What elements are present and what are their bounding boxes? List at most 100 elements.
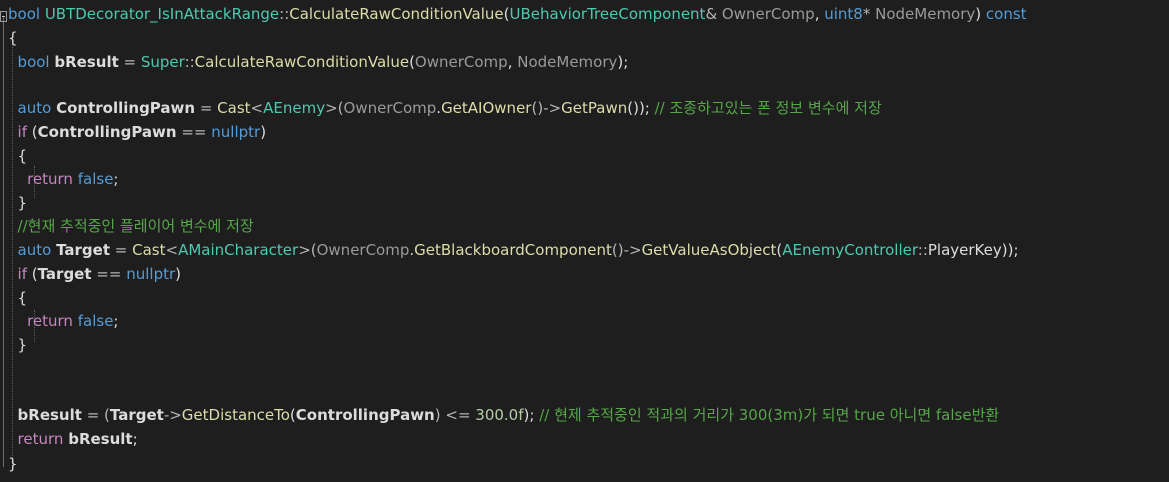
code-token: )); [1001,241,1019,259]
code-line[interactable]: bool UBTDecorator_IsInAttackRange::Calcu… [0,3,1169,26]
code-token: const [985,5,1027,23]
code-text: bResult = (Target->GetDistanceTo(Control… [8,404,1000,427]
code-line[interactable]: bool bResult = Super::CalculateRawCondit… [0,51,1169,74]
code-token: Cast [132,241,166,259]
code-line[interactable]: return false; [0,310,1169,333]
code-token: ControllingPawn [295,406,435,424]
code-text: bool UBTDecorator_IsInAttackRange::Calcu… [8,3,1027,26]
code-text: if (Target == nullptr) [8,263,181,286]
code-line[interactable]: //현재 추적중인 플레이어 변수에 저장 [0,215,1169,238]
code-token: ) <= [434,406,476,424]
code-token: == [176,123,212,141]
code-token: ; [132,430,138,448]
code-token: ( [27,123,38,141]
code-token: = [195,99,218,117]
code-token: GetPawn [561,99,628,117]
code-text: return false; [8,168,118,191]
code-line[interactable]: return bResult; [0,428,1169,451]
code-token: return [27,170,73,188]
code-line[interactable]: { [0,27,1169,50]
code-token: bool [8,5,41,23]
code-token: if [17,123,27,141]
code-token: } [8,194,28,212]
code-token: < [165,241,179,259]
code-text: //현재 추적중인 플레이어 변수에 저장 [8,215,254,238]
code-token: CalculateRawConditionValue [194,53,410,71]
code-line[interactable]: { [0,145,1169,168]
code-line[interactable]: return false; [0,168,1169,191]
code-text: { [8,287,28,310]
code-token: return [17,430,64,448]
code-line[interactable]: bResult = (Target->GetDistanceTo(Control… [0,404,1169,427]
code-token: == [91,265,127,283]
code-token: } [8,455,18,473]
code-token: ()-> [611,241,642,259]
code-token: = ( [81,406,110,424]
code-editor[interactable]: bool UBTDecorator_IsInAttackRange::Calcu… [0,0,1169,482]
code-line[interactable]: auto Target = Cast<AMainCharacter>(Owner… [0,239,1169,262]
code-line[interactable]: { [0,287,1169,310]
code-token: 300.0f [475,406,524,424]
code-token: OwnerComp [414,53,508,71]
code-token: Super [140,53,185,71]
code-token: false [77,312,114,330]
code-token: ); [617,53,629,71]
code-token: { [8,29,18,47]
code-token: uint8 [824,5,863,23]
code-token: ControllingPawn [37,123,177,141]
code-token: } [8,336,28,354]
code-token: GetValueAsObject [641,241,777,259]
code-token: return [27,312,73,330]
code-token: GetAIOwner [441,99,532,117]
code-text: auto Target = Cast<AMainCharacter>(Owner… [8,239,1019,262]
code-line[interactable]: } [0,334,1169,357]
code-token: ) [975,5,986,23]
code-token: false [77,170,114,188]
code-line[interactable]: auto ControllingPawn = Cast<AEnemy>(Owne… [0,97,1169,120]
code-token: GetBlackboardComponent [414,241,612,259]
code-token: UBehaviorTreeComponent [509,5,706,23]
code-line[interactable]: } [0,453,1169,476]
code-token: AEnemyController [782,241,918,259]
code-token: & [705,5,722,23]
code-token: OwnerComp [316,241,410,259]
code-token: , [507,53,518,71]
code-token: if [17,265,27,283]
code-token: AMainCharacter [178,241,299,259]
code-token: :: [279,5,290,23]
code-token: ); [523,406,540,424]
code-line[interactable]: } [0,192,1169,215]
code-token: //현재 추적중인 플레이어 변수에 저장 [17,217,254,235]
code-line[interactable] [0,75,1169,98]
code-token: >( [298,241,317,259]
code-token: OwnerComp [343,99,437,117]
code-token: ControllingPawn [56,99,196,117]
code-token: :: [917,241,928,259]
code-token: Cast [217,99,251,117]
code-text: auto ControllingPawn = Cast<AEnemy>(Owne… [8,97,882,120]
code-token: :: [184,53,195,71]
code-text: bool bResult = Super::CalculateRawCondit… [8,51,629,74]
code-token: ) [175,265,181,283]
code-token: { [8,289,28,307]
code-token: >( [325,99,344,117]
code-token: ( [27,265,38,283]
code-text: } [8,334,28,357]
code-text: } [8,453,18,476]
code-line[interactable] [0,358,1169,381]
code-token: < [250,99,264,117]
code-token: auto [17,241,52,259]
code-line[interactable]: if (Target == nullptr) [0,263,1169,286]
code-token: nullptr [126,265,176,283]
code-text: return false; [8,310,118,333]
code-line[interactable]: if (ControllingPawn == nullptr) [0,121,1169,144]
code-line[interactable] [0,381,1169,404]
code-text: return bResult; [8,428,138,451]
